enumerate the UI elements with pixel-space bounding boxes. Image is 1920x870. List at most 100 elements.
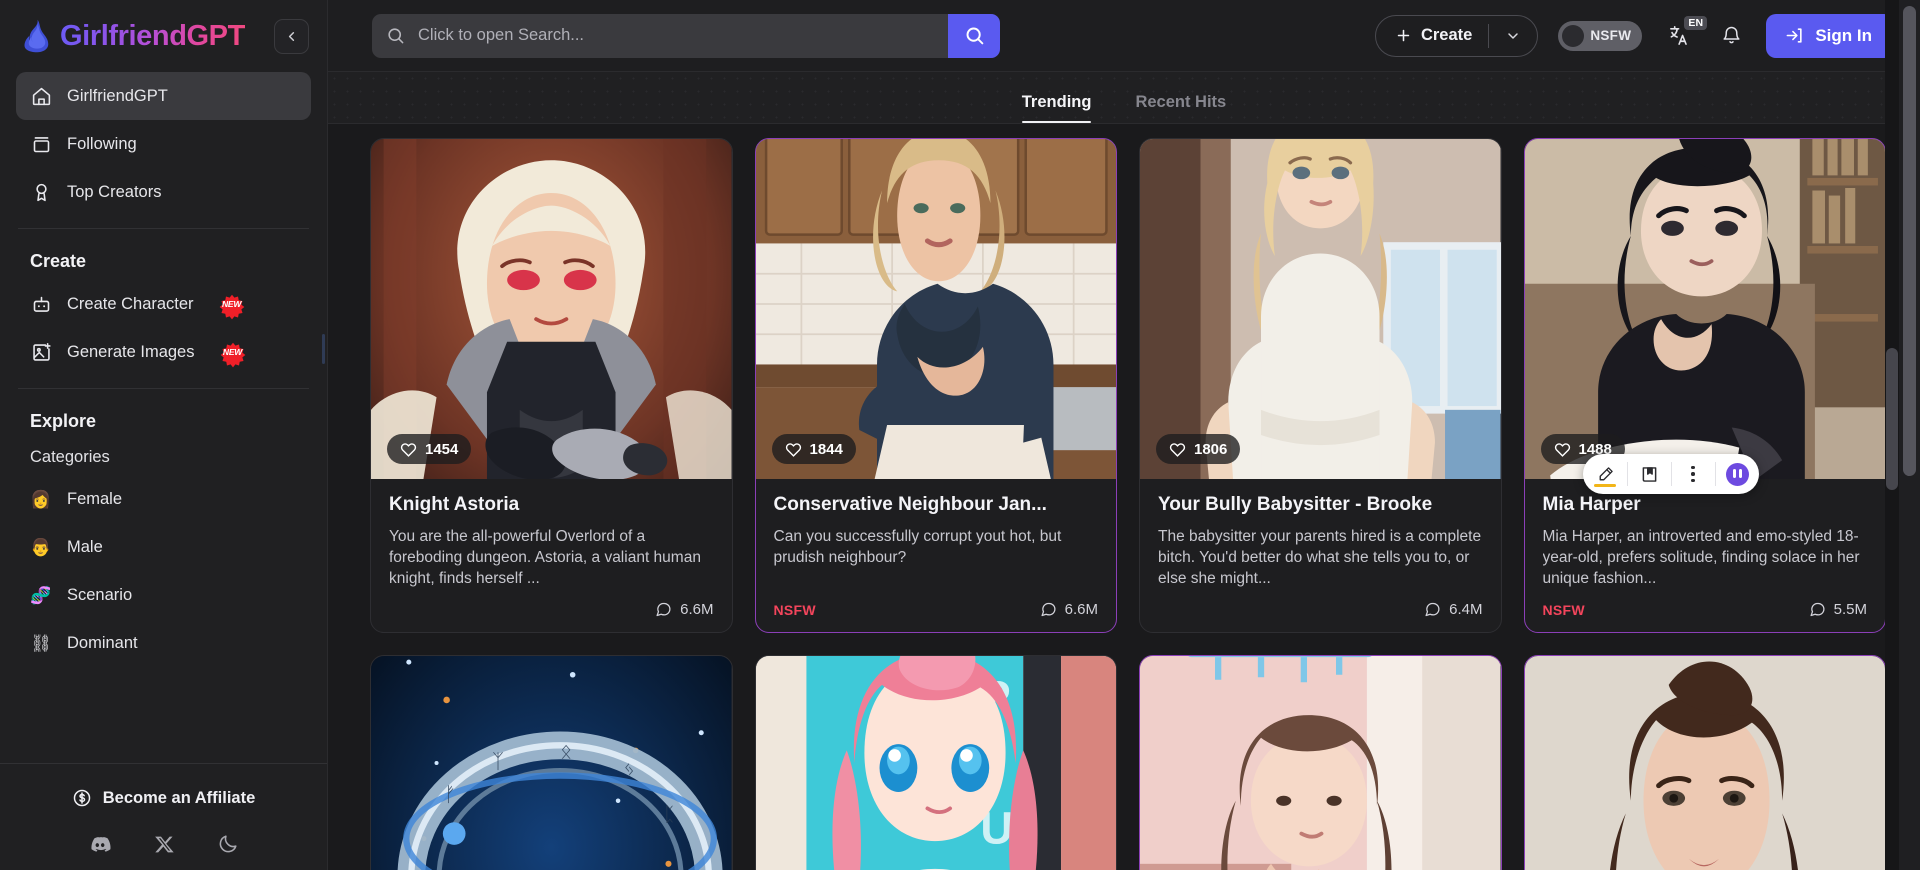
create-button-label: Create <box>1420 26 1473 44</box>
new-badge: NEW <box>218 294 246 320</box>
sidebar-item-create-character[interactable]: Create Character NEW <box>16 280 311 328</box>
discord-icon[interactable] <box>88 832 112 856</box>
svg-text:ᛟ: ᛟ <box>560 741 572 763</box>
new-badge-label: NEW <box>221 299 242 309</box>
card-thumbnail[interactable]: 1806 <box>1140 139 1501 479</box>
extension-toolbar[interactable] <box>1583 454 1759 494</box>
nsfw-toggle-label: NSFW <box>1590 28 1632 43</box>
chat-count-value: 6.4M <box>1449 601 1483 619</box>
sidebar-scrollbar[interactable] <box>322 334 325 364</box>
robot-icon <box>30 293 52 315</box>
card-title: Conservative Neighbour Jan... <box>773 494 1047 515</box>
card-body: Mia Harper Mia Harper, an introverted an… <box>1525 479 1886 632</box>
sidebar-item-label: Scenario <box>67 585 133 604</box>
sidebar-item-girlfriendgpt[interactable]: GirlfriendGPT <box>16 72 311 120</box>
create-button[interactable]: Create <box>1374 14 1539 57</box>
character-card[interactable] <box>1139 655 1502 870</box>
become-an-affiliate-link[interactable]: Become an Affiliate <box>16 780 311 816</box>
search-bar[interactable] <box>372 13 1000 58</box>
sidebar-section-explore: Explore <box>30 411 97 431</box>
notifications-button[interactable] <box>1716 21 1746 51</box>
character-card[interactable] <box>1523 655 1886 870</box>
sidebar-header: GirlfriendGPT <box>0 0 327 72</box>
knight-astoria-art <box>371 139 732 479</box>
card-thumbnail[interactable]: PIU <box>755 656 1116 870</box>
chat-bubble-icon <box>1809 601 1826 618</box>
moon-icon[interactable] <box>217 833 239 855</box>
login-arrow-icon <box>1785 26 1804 45</box>
anime-girl-laundry-art <box>1140 656 1501 870</box>
card-thumbnail[interactable]: 1844 <box>755 139 1116 479</box>
sidebar-item-male[interactable]: 👨 Male <box>16 523 311 571</box>
search-input[interactable] <box>418 26 948 45</box>
create-button-main[interactable]: Create <box>1376 26 1488 45</box>
card-title: Mia Harper <box>1542 494 1641 515</box>
sidebar-item-following[interactable]: Following <box>16 120 311 168</box>
highlighter-icon[interactable] <box>1583 454 1627 494</box>
character-card[interactable]: 1488 Mia Harper Mia Harper, an introvert… <box>1523 138 1886 634</box>
browser-scrollbar-thumb[interactable] <box>1903 6 1916 476</box>
account-avatar-icon[interactable] <box>1715 454 1759 494</box>
male-emoji-icon: 👨 <box>30 537 52 557</box>
x-twitter-icon[interactable] <box>154 834 175 855</box>
sidebar-item-generate-images[interactable]: Generate Images NEW <box>16 328 311 376</box>
sidebar-item-label: Female <box>67 489 123 508</box>
sidebar: GirlfriendGPT GirlfriendGPT Following To… <box>0 0 328 870</box>
chat-count: 6.6M <box>655 601 714 619</box>
app-root: GirlfriendGPT GirlfriendGPT Following To… <box>0 0 1920 870</box>
card-description: Mia Harper, an introverted and emo-style… <box>1542 528 1860 588</box>
sign-in-label: Sign In <box>1815 25 1872 45</box>
sidebar-item-label: GirlfriendGPT <box>67 86 168 105</box>
chat-bubble-icon <box>1424 601 1441 618</box>
character-card[interactable]: 1454 Knight Astoria You are the all-powe… <box>370 138 733 634</box>
chevron-down-icon[interactable] <box>1489 28 1537 44</box>
card-thumbnail[interactable]: 1454 <box>371 139 732 479</box>
tab-recent-hits[interactable]: Recent Hits <box>1135 93 1226 123</box>
sidebar-item-dominant[interactable]: ⛓ Dominant <box>16 619 311 667</box>
top-bar: Create NSFW EN <box>328 0 1920 72</box>
sidebar-item-scenario[interactable]: 🧬 Scenario <box>16 571 311 619</box>
likes-count: 1844 <box>809 440 843 458</box>
content-scrollbar-thumb[interactable] <box>1886 348 1898 490</box>
affiliate-label: Become an Affiliate <box>102 788 256 807</box>
nsfw-tag: NSFW <box>773 601 816 618</box>
chat-count-value: 6.6M <box>680 601 714 619</box>
card-thumbnail[interactable] <box>1524 656 1885 870</box>
plus-icon <box>1395 27 1412 44</box>
nsfw-toggle[interactable]: NSFW <box>1558 20 1643 51</box>
card-thumbnail[interactable]: ᚠᛉᛟᛃᛈ ᚱᛋᛏᛖ <box>371 656 732 870</box>
tab-bar: Trending Recent Hits <box>328 72 1920 124</box>
card-body: Your Bully Babysitter - Brooke The babys… <box>1140 479 1501 632</box>
chains-emoji-icon: ⛓ <box>30 633 52 653</box>
nsfw-tag: NSFW <box>1542 601 1585 618</box>
heart-icon <box>1554 441 1571 458</box>
search-submit-button[interactable] <box>948 13 1000 58</box>
likes-count: 1454 <box>425 440 459 458</box>
sidebar-item-female[interactable]: 👩 Female <box>16 475 311 523</box>
character-card[interactable]: 1844 Conservative Neighbour Jan... Can y… <box>754 138 1117 634</box>
sidebar-footer: Become an Affiliate <box>0 763 327 870</box>
more-vertical-icon[interactable] <box>1671 454 1715 494</box>
language-button[interactable]: EN <box>1662 15 1708 53</box>
tab-trending[interactable]: Trending <box>1021 93 1091 123</box>
character-card[interactable]: PIU <box>754 655 1117 870</box>
brunette-portrait-art <box>1524 656 1885 870</box>
character-card[interactable]: 1806 Your Bully Babysitter - Brooke The … <box>1139 138 1502 634</box>
character-card[interactable]: ᚠᛉᛟᛃᛈ ᚱᛋᛏᛖ <box>370 655 733 870</box>
highlighter-underline <box>1594 484 1616 487</box>
card-description: The babysitter your parents hired is a c… <box>1158 528 1482 588</box>
bookmark-book-icon[interactable] <box>1627 454 1671 494</box>
language-code-badge: EN <box>1684 15 1708 30</box>
sidebar-item-label: Create Character <box>67 294 194 313</box>
chat-bubble-icon <box>1040 601 1057 618</box>
card-footer: 6.6M <box>389 589 714 618</box>
card-thumbnail[interactable]: 1488 <box>1524 139 1885 479</box>
sidebar-item-top-creators[interactable]: Top Creators <box>16 168 311 216</box>
likes-badge: 1806 <box>1156 434 1241 464</box>
sign-in-button[interactable]: Sign In <box>1766 13 1894 58</box>
card-thumbnail[interactable] <box>1140 656 1501 870</box>
svg-text:ᛉ: ᛉ <box>492 751 504 773</box>
character-grid-container: 1454 Knight Astoria You are the all-powe… <box>328 124 1920 870</box>
sidebar-collapse-button[interactable] <box>274 18 309 54</box>
bell-icon <box>1721 25 1742 46</box>
